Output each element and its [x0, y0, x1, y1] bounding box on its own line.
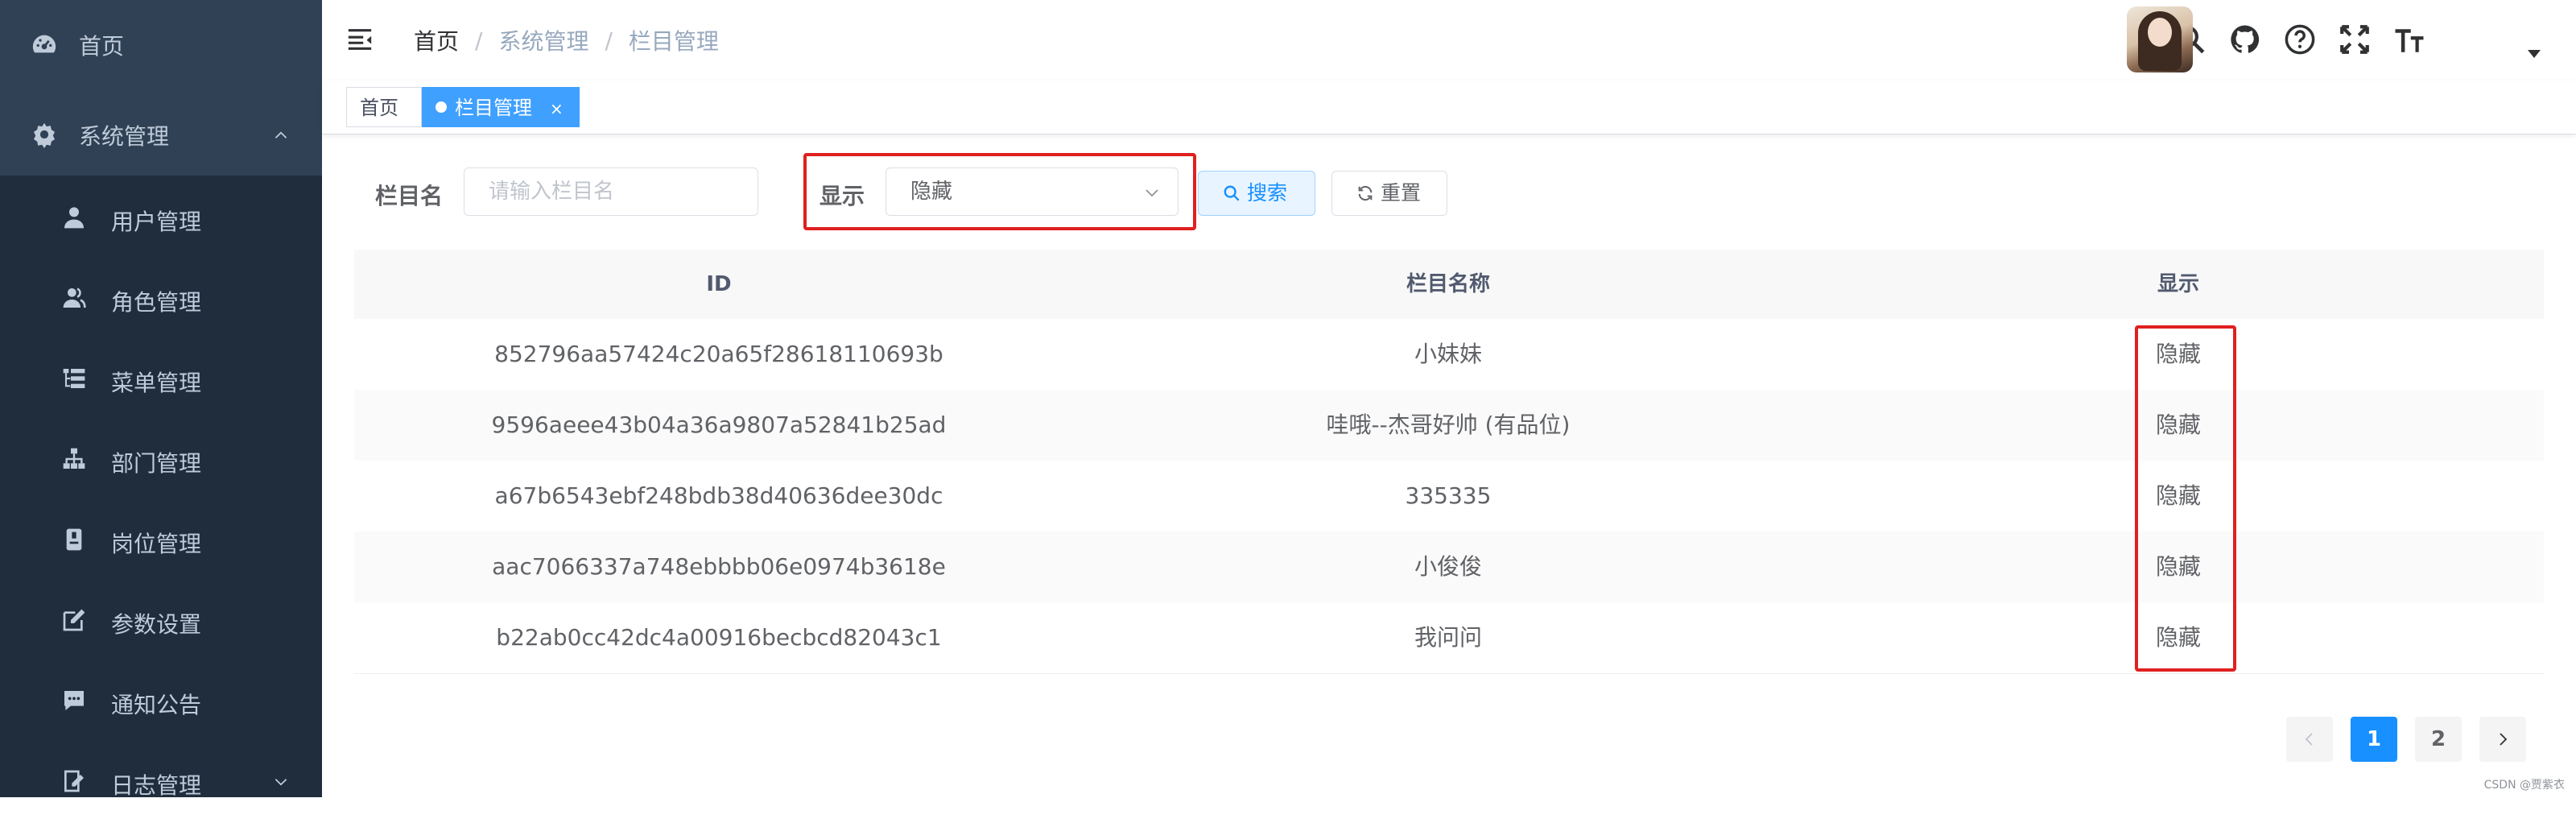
cell-name: 335335	[1405, 482, 1492, 509]
column-header-show: 显示	[2157, 272, 2199, 296]
active-dot-icon	[436, 101, 447, 113]
search-button-label: 搜索	[1247, 181, 1288, 205]
fullscreen-icon[interactable]	[2338, 23, 2372, 56]
navbar: 首页 / 系统管理 / 栏目管理	[322, 0, 2576, 81]
edit-icon	[63, 609, 85, 631]
prev-page-button[interactable]	[2286, 717, 2333, 762]
peoples-icon	[63, 287, 86, 308]
column-header-id: ID	[706, 272, 732, 296]
tree-table-icon	[63, 369, 85, 388]
cell-id: aac7066337a748ebbbb06e0974b3618e	[492, 553, 946, 580]
chevron-up-icon	[275, 131, 287, 139]
breadcrumb-item: 系统管理	[498, 28, 589, 55]
sidebar-item-posts[interactable]: 岗位管理	[0, 501, 322, 581]
sidebar-item-label: 日志管理	[111, 772, 202, 799]
cell-name: 哇哦--杰哥好帅 (有品位)	[1326, 412, 1571, 438]
sidebar: 首页 系统管理 用户管理 角色管理 菜单管理 部门管理 岗位管理 参数设置 通知…	[0, 0, 322, 799]
sidebar-item-users[interactable]: 用户管理	[0, 179, 322, 259]
watermark: CSDN @贾紫衣	[2483, 779, 2565, 792]
close-icon[interactable]: ×	[550, 99, 564, 118]
user-icon	[64, 207, 84, 229]
breadcrumb: 首页 / 系统管理 / 栏目管理	[414, 24, 719, 56]
show-label: 显示	[819, 183, 865, 209]
sidebar-item-home[interactable]: 首页	[0, 5, 322, 85]
next-page-button[interactable]	[2479, 717, 2526, 762]
post-icon	[66, 528, 82, 551]
sidebar-item-label: 系统管理	[79, 123, 170, 150]
reset-button[interactable]: 重置	[1331, 171, 1447, 216]
chevron-down-icon	[275, 779, 287, 786]
page-button[interactable]: 2	[2415, 717, 2462, 762]
chevron-down-icon	[1146, 189, 1158, 197]
search-button[interactable]: 搜索	[1198, 171, 1315, 216]
sidebar-item-system[interactable]: 系统管理	[0, 95, 322, 176]
table-header: ID 栏目名称 显示	[354, 250, 2544, 320]
cell-id: a67b6543ebf248bdb38d40636dee30dc	[494, 482, 943, 509]
breadcrumb-item[interactable]: 首页	[414, 24, 459, 56]
sidebar-item-menus[interactable]: 菜单管理	[0, 340, 322, 420]
github-icon[interactable]	[2228, 23, 2262, 56]
sidebar-item-label: 岗位管理	[111, 531, 202, 557]
search-icon	[1224, 185, 1240, 201]
question-icon[interactable]	[2283, 23, 2317, 56]
log-icon	[64, 770, 84, 792]
chevron-right-icon	[2500, 733, 2508, 746]
tag-home[interactable]: 首页	[346, 87, 422, 127]
sidebar-item-roles[interactable]: 角色管理	[0, 259, 322, 340]
chevron-left-icon	[2305, 733, 2313, 746]
name-input[interactable]: 请输入栏目名	[464, 167, 758, 216]
reset-button-label: 重置	[1381, 181, 1422, 205]
highlight-box	[2135, 325, 2236, 672]
breadcrumb-item: 栏目管理	[628, 28, 719, 55]
gear-icon	[33, 122, 56, 148]
cell-id: 9596aeee43b04a36a9807a52841b25ad	[491, 412, 947, 438]
avatar[interactable]	[2127, 6, 2193, 72]
cell-id: 852796aa57424c20a65f28618110693b	[494, 341, 943, 367]
name-label: 栏目名	[375, 183, 444, 209]
cell-name: 小俊俊	[1414, 553, 1482, 580]
page-button[interactable]: 1	[2351, 717, 2397, 762]
tree-icon	[63, 448, 85, 469]
sidebar-item-label: 角色管理	[111, 289, 202, 316]
sidebar-item-label: 首页	[79, 33, 125, 60]
show-select-value: 隐藏	[910, 180, 953, 204]
sidebar-item-label: 菜单管理	[111, 370, 202, 396]
cell-name: 小妹妹	[1414, 341, 1482, 367]
font-size-icon[interactable]	[2392, 23, 2426, 56]
sidebar-item-label: 部门管理	[111, 450, 202, 477]
dashboard-icon	[32, 35, 56, 53]
column-header-name: 栏目名称	[1406, 272, 1490, 296]
sidebar-item-notices[interactable]: 通知公告	[0, 662, 322, 742]
sidebar-item-label: 通知公告	[111, 692, 202, 718]
tags-view: 首页 栏目管理 ×	[322, 81, 2576, 134]
show-select[interactable]: 隐藏	[886, 167, 1179, 216]
sidebar-item-label: 用户管理	[111, 209, 202, 235]
caret-down-icon[interactable]	[2528, 50, 2541, 58]
sidebar-item-label: 参数设置	[111, 611, 202, 638]
cell-id: b22ab0cc42dc4a00916becbcd82043c1	[496, 624, 942, 651]
tag-column-management[interactable]: 栏目管理 ×	[422, 87, 580, 127]
tag-label: 首页	[360, 97, 398, 119]
hamburger-icon[interactable]	[346, 26, 374, 53]
refresh-icon	[1358, 185, 1373, 201]
submenu: 用户管理 角色管理 菜单管理 部门管理 岗位管理 参数设置 通知公告 日志管理	[0, 176, 322, 799]
sidebar-item-depts[interactable]: 部门管理	[0, 420, 322, 501]
tag-label: 栏目管理	[455, 97, 532, 119]
sidebar-item-logs[interactable]: 日志管理	[0, 742, 322, 823]
message-icon	[64, 691, 84, 710]
cell-name: 我问问	[1414, 624, 1482, 651]
sidebar-item-config[interactable]: 参数设置	[0, 581, 322, 662]
